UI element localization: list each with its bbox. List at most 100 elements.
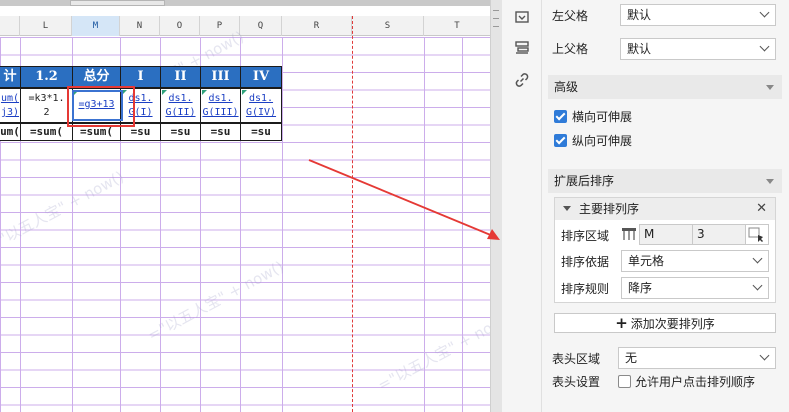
plus-icon: + [615, 314, 628, 332]
add-secondary-sort-button[interactable]: + 添加次要排列序 [554, 313, 776, 333]
header-cell-total[interactable]: 计 [0, 66, 21, 88]
cursor-icon [748, 227, 763, 242]
formula-cell-k[interactable]: um( j3) [0, 88, 21, 123]
sum-cell-p[interactable]: =su [200, 123, 241, 141]
sum-cell-o[interactable]: =su [160, 123, 201, 141]
select-value: 降序 [628, 281, 653, 295]
formula-line: G(II) [165, 107, 196, 118]
sort-rule-select[interactable]: 降序 [621, 277, 769, 299]
sort-area-picker-button[interactable] [745, 224, 769, 245]
formula-line: 2 [43, 107, 50, 118]
formula-cell-p[interactable]: ds1. G(III) [200, 88, 241, 123]
sort-section-header[interactable]: 扩展后排序 [548, 169, 782, 193]
column-header-t[interactable]: T [424, 16, 490, 36]
top-parent-label: 上父格 [552, 42, 589, 56]
allow-click-sort-label: 允许用户点击排列顺序 [635, 375, 756, 389]
vertical-expand-checkbox[interactable] [554, 134, 567, 147]
left-parent-label: 左父格 [552, 9, 589, 23]
column-header-q[interactable]: Q [240, 16, 282, 36]
panel-splitter[interactable] [490, 0, 502, 412]
select-value: 默认 [627, 8, 652, 22]
sort-rule-label: 排序规则 [561, 282, 610, 296]
highlight-box [67, 86, 135, 127]
left-parent-select[interactable]: 默认 [620, 4, 776, 26]
chevron-down-icon [759, 41, 770, 52]
horizontal-expand-checkbox[interactable] [554, 110, 567, 123]
hyperlink-icon[interactable] [514, 72, 530, 88]
splitter-mark [493, 18, 499, 19]
splitter-mark [493, 26, 499, 27]
formula-cell-l[interactable]: =k3*1. 2 [20, 88, 73, 123]
chevron-down-icon [759, 7, 770, 18]
chevron-down-icon [752, 280, 763, 291]
collapse-icon [766, 179, 774, 184]
column-header-m[interactable]: M [72, 16, 120, 36]
sort-basis-select[interactable]: 单元格 [621, 250, 769, 272]
grid-line [282, 37, 283, 412]
sort-area-row-input[interactable]: 3 [692, 224, 746, 245]
column-header-s[interactable]: S [352, 16, 424, 36]
cell-marker-icon [162, 90, 167, 95]
property-panel: 左父格 默认 上父格 默认 高级 横向可伸展 纵向可伸展 扩展后排序 主要排列序… [542, 0, 789, 412]
header-area-select[interactable]: 无 [618, 347, 776, 369]
primary-sort-title: 主要排列序 [579, 202, 640, 216]
formula-line: =k3*1. [28, 93, 65, 104]
header-settings-label: 表头设置 [552, 375, 601, 389]
close-icon[interactable]: ✕ [756, 198, 767, 220]
header-cell-iii[interactable]: III [200, 66, 241, 88]
column-header-l[interactable]: L [20, 16, 72, 36]
page-break-line [352, 16, 353, 412]
horizontal-expand-label: 横向可伸展 [572, 110, 633, 124]
header-cell-i[interactable]: I [120, 66, 161, 88]
select-value: 单元格 [628, 254, 665, 268]
top-parent-select[interactable]: 默认 [620, 38, 776, 60]
allow-click-sort-checkbox[interactable] [618, 375, 631, 388]
cell-attribute-icon[interactable] [514, 40, 530, 56]
chevron-down-icon [752, 253, 763, 264]
cell-select-icon[interactable] [621, 226, 637, 242]
column-header-r[interactable]: R [282, 16, 352, 36]
column-header-o[interactable]: O [160, 16, 200, 36]
sort-area-label: 排序区域 [561, 229, 610, 243]
header-cell-iv[interactable]: IV [240, 66, 282, 88]
horizontal-scrollbar[interactable] [0, 0, 490, 6]
advanced-section-header[interactable]: 高级 [548, 75, 782, 99]
vertical-expand-label: 纵向可伸展 [572, 134, 633, 148]
sum-cell-l[interactable]: =sum( [20, 123, 73, 141]
formula-line: um( [0, 93, 20, 104]
column-header-n[interactable]: N [120, 16, 160, 36]
sort-basis-label: 排序依据 [561, 255, 610, 269]
select-value: 无 [625, 351, 638, 365]
formula-line: ds1. [248, 93, 274, 104]
cell-element-icon[interactable] [514, 9, 530, 25]
report-sheet[interactable]: L M N O P Q R S T ="以五人宝" + now() ="以五人宝… [0, 0, 490, 412]
sum-cell-k[interactable]: um( [0, 123, 21, 141]
header-area-label: 表头区域 [552, 352, 601, 366]
primary-sort-header[interactable]: 主要排列序 ✕ [555, 198, 775, 220]
column-header-k[interactable] [0, 16, 20, 36]
grid-line [462, 37, 463, 412]
splitter-mark [493, 10, 499, 11]
designer-window: L M N O P Q R S T ="以五人宝" + now() ="以五人宝… [0, 0, 789, 412]
formula-line: j3) [0, 107, 20, 118]
chevron-down-icon [759, 350, 770, 361]
cell-marker-icon [202, 90, 207, 95]
collapse-icon [563, 206, 571, 211]
formula-cell-q[interactable]: ds1. G(IV) [240, 88, 282, 123]
formula-cell-o[interactable]: ds1. G(II) [160, 88, 201, 123]
property-tab-strip [502, 0, 542, 412]
sum-cell-q[interactable]: =su [240, 123, 282, 141]
cell-marker-icon [242, 90, 247, 95]
header-cell-ii[interactable]: II [160, 66, 201, 88]
header-cell-score[interactable]: 总分 [72, 66, 121, 88]
scrollbar-thumb[interactable] [70, 0, 165, 6]
header-cell-weight[interactable]: 1.2 [20, 66, 73, 88]
sort-area-column-input[interactable]: M [639, 224, 693, 245]
collapse-icon [766, 85, 774, 90]
section-title: 扩展后排序 [554, 174, 615, 188]
formula-line: G(III) [202, 107, 239, 118]
select-value: 默认 [627, 42, 652, 56]
section-title: 高级 [554, 80, 579, 94]
formula-line: G(IV) [245, 107, 277, 118]
add-secondary-sort-label: 添加次要排列序 [630, 317, 715, 331]
